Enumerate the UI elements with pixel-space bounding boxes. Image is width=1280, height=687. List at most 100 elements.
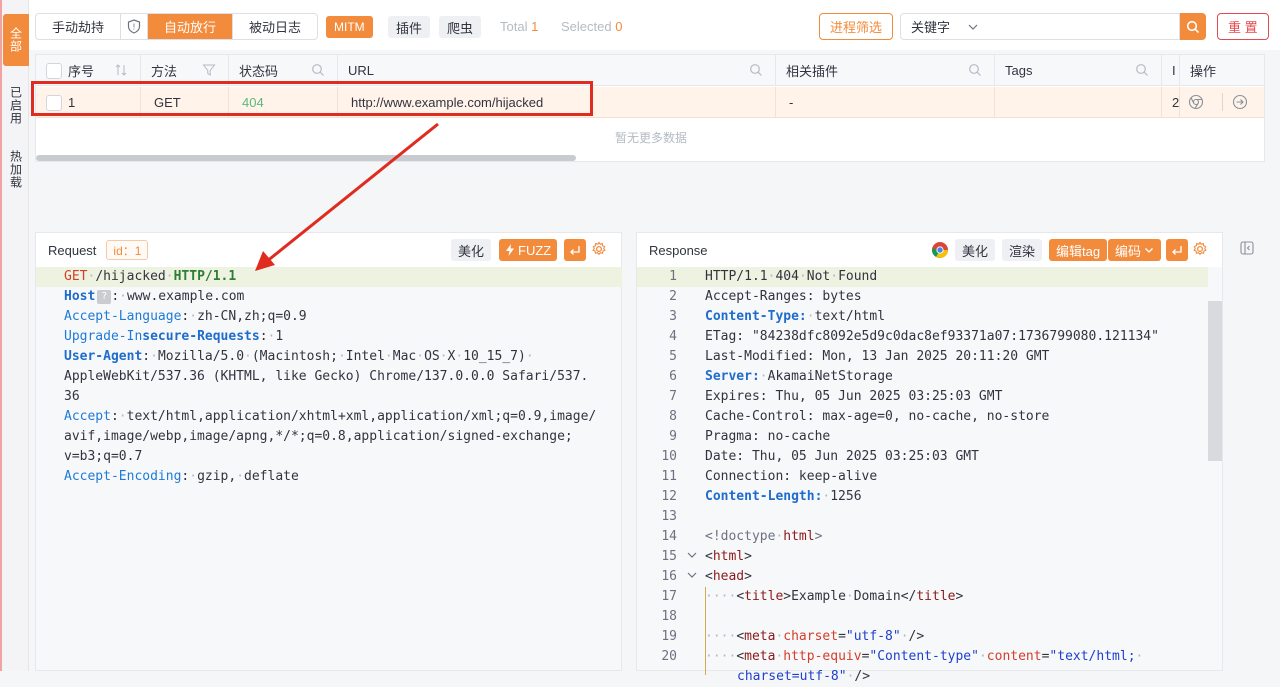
- chevron-down-icon: [968, 24, 978, 30]
- response-line-4: ETag: "84238dfc8092e5d9c0dac8ef93371a07:…: [705, 329, 1159, 344]
- toolbar: 手动劫持 ! 自动放行 被动日志 MITM 插件 爬虫 Total 1 Sele…: [29, 0, 1280, 50]
- search-icon: [312, 64, 324, 76]
- select-all-checkbox[interactable]: [46, 62, 62, 79]
- response-line-19: ····<meta·charset="utf-8"·/>: [705, 629, 925, 644]
- help-icon: ?: [97, 289, 112, 304]
- response-line-7: Expires: Thu, 05 Jun 2025 03:25:03 GMT: [705, 389, 1003, 404]
- response-pane: Response 美化 渲染 编辑tag 编码 1 2 3 4 5 6 7 8 9 10 11 12 1…: [636, 232, 1223, 684]
- side-tab-hotload[interactable]: 热加载: [3, 140, 29, 198]
- svg-text:!: !: [132, 23, 135, 32]
- row-actions: [1180, 87, 1264, 118]
- request-line-1: GET·/hijacked·HTTP/1.1: [36, 267, 622, 287]
- render-button[interactable]: 渲染: [1002, 239, 1043, 261]
- search-icon: [750, 64, 762, 76]
- row-i: 2: [1162, 87, 1180, 118]
- edit-tag-button[interactable]: 编辑tag: [1049, 239, 1108, 261]
- side-tab-enabled[interactable]: 已启用: [3, 76, 29, 134]
- reset-button[interactable]: 重 置: [1217, 13, 1269, 40]
- row-plugins: -: [776, 87, 995, 118]
- selected-count: Selected 0: [561, 19, 623, 34]
- annotation-highlight-box: [31, 81, 593, 116]
- side-tab-bar: 全部 已启用 热加载: [0, 0, 29, 671]
- response-line-15: <html>: [705, 549, 752, 564]
- plugin-tag[interactable]: 插件: [388, 16, 431, 38]
- no-more-data: 暂无更多数据: [614, 131, 687, 145]
- response-line-20: ····<meta·http-equiv="Content-type"·cont…: [705, 649, 1144, 664]
- manual-hijack-button[interactable]: 手动劫持: [36, 14, 122, 39]
- filter-icon: [202, 64, 216, 76]
- search-icon: [969, 64, 981, 76]
- mode-switch-group: 手动劫持 ! 自动放行 被动日志: [35, 13, 319, 40]
- response-line-10: Date: Thu, 05 Jun 2025 03:25:03 GMT: [705, 449, 979, 464]
- response-title: Response: [649, 242, 708, 258]
- search-icon: [1186, 20, 1200, 33]
- request-line-11: Accept-Encoding:·gzip,·deflate: [64, 469, 299, 484]
- beautify-button[interactable]: 美化: [955, 239, 996, 261]
- col-actions: 操作: [1190, 64, 1217, 79]
- fold-chevron-icon[interactable]: [686, 549, 698, 565]
- request-line-3: Accept-Language:·zh-CN,zh;q=0.9: [64, 309, 307, 324]
- request-line-9: avif,image/webp,image/apng,*/*;q=0.8,app…: [64, 429, 573, 444]
- chrome-logo-icon[interactable]: [931, 241, 949, 262]
- side-tab-all[interactable]: 全部: [3, 14, 29, 66]
- response-line-20-wrap: charset=utf-8"·/>: [737, 669, 871, 684]
- enter-icon[interactable]: [1166, 239, 1188, 261]
- response-line-9: Pragma: no-cache: [705, 429, 831, 444]
- response-line-3: Content-Type:·text/html: [705, 309, 886, 324]
- response-line-16: <head>: [705, 569, 752, 584]
- line-number-gutter: 1 2 3 4 5 6 7 8 9 10 11 12 13 14 15 16 17 18 19 20: [661, 269, 677, 664]
- request-line-8: Accept:·text/html,application/xhtml+xml,…: [64, 409, 597, 424]
- keyword-select[interactable]: 关键字: [900, 13, 988, 40]
- beautify-button[interactable]: 美化: [451, 239, 492, 261]
- response-line-2: Accept-Ranges: bytes: [705, 289, 862, 304]
- request-line-5: User-Agent:·Mozilla/5.0·(Macintosh;·Inte…: [64, 349, 534, 364]
- encoding-dropdown[interactable]: 编码: [1108, 239, 1162, 261]
- horizontal-scrollbar[interactable]: [36, 155, 576, 161]
- lightning-icon: [506, 244, 514, 256]
- shield-icon[interactable]: !: [121, 14, 149, 39]
- passive-log-button[interactable]: 被动日志: [233, 14, 317, 39]
- response-editor[interactable]: 1 2 3 4 5 6 7 8 9 10 11 12 13 14 15 16 17 18 19 20 HTTP/1.1…: [637, 267, 1222, 684]
- col-plugins[interactable]: 相关插件: [776, 55, 995, 86]
- request-title: Request: [48, 242, 97, 258]
- response-line-6: Server:·AkamaiNetStorage: [705, 369, 893, 384]
- crawler-tag[interactable]: 爬虫: [439, 16, 482, 38]
- chrome-icon[interactable]: [1188, 94, 1204, 113]
- request-pane: Request id：1 美化 FUZZ GET·/hijacked·HTTP/…: [35, 232, 622, 671]
- response-line-1: HTTP/1.1·404·Not·Found: [705, 269, 878, 284]
- request-line-4: Upgrade-Insecure-Requests:·1: [64, 329, 284, 344]
- search-button[interactable]: [1180, 13, 1206, 40]
- search-icon: [1136, 64, 1148, 76]
- request-line-10: v=b3;q=0.7: [64, 449, 143, 464]
- process-filter-button[interactable]: 进程筛选: [819, 13, 894, 40]
- response-line-14: <!doctype·html>: [705, 529, 823, 544]
- gear-icon[interactable]: [591, 241, 607, 260]
- sort-icon: [115, 64, 127, 76]
- request-id-tag: id：1: [106, 240, 149, 260]
- collapse-panel-icon[interactable]: [1237, 236, 1257, 260]
- search-input[interactable]: [987, 13, 1180, 40]
- response-line-11: Connection: keep-alive: [705, 469, 878, 484]
- total-count: Total 1: [500, 19, 539, 34]
- chevron-down-icon: [1145, 248, 1153, 253]
- response-line-12: Content-Length:·1256: [705, 489, 862, 504]
- keyword-select-value: 关键字: [911, 20, 951, 35]
- request-line-6: AppleWebKit/537.36 (KHTML, like Gecko) C…: [64, 369, 589, 384]
- response-line-8: Cache-Control: max-age=0, no-cache, no-s…: [705, 409, 1050, 424]
- row-tags: [995, 87, 1162, 118]
- fold-chevron-icon[interactable]: [686, 569, 698, 585]
- fuzz-button[interactable]: FUZZ: [499, 239, 558, 261]
- col-i[interactable]: I: [1162, 55, 1180, 86]
- vertical-scrollbar[interactable]: [1208, 301, 1222, 461]
- request-editor[interactable]: GET·/hijacked·HTTP/1.1 Host?:·www.exampl…: [36, 267, 622, 670]
- request-line-2: Host?:·www.example.com: [64, 289, 245, 304]
- window-edge: [0, 0, 2, 671]
- gear-icon[interactable]: [1192, 241, 1208, 260]
- enter-icon[interactable]: [564, 239, 586, 261]
- response-line-5: Last-Modified: Mon, 13 Jan 2025 20:11:20…: [705, 349, 1050, 364]
- request-line-7: 36: [64, 389, 80, 404]
- auto-release-button[interactable]: 自动放行: [148, 14, 234, 39]
- mitm-tag[interactable]: MITM: [326, 16, 373, 38]
- col-tags[interactable]: Tags: [995, 55, 1162, 86]
- arrow-right-circle-icon[interactable]: [1232, 94, 1248, 113]
